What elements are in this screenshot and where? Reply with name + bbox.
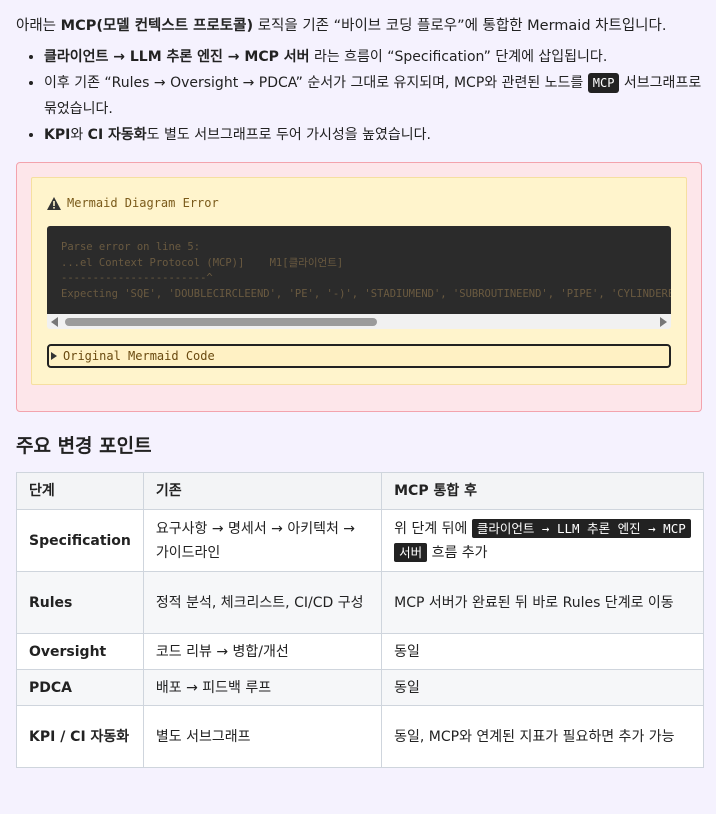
mermaid-error-card: Mermaid Diagram Error Parse error on lin… — [31, 177, 687, 385]
bullet-item: KPI와 CI 자동화도 별도 서브그래프로 두어 가시성을 높였습니다. — [44, 122, 702, 148]
table-row: Oversight 코드 리뷰 → 병합/개선 동일 — [16, 633, 704, 670]
before-cell: 코드 리뷰 → 병합/개선 — [142, 633, 383, 670]
column-header-stage: 단계 — [16, 472, 144, 510]
bullet-item: 클라이언트 → LLM 추론 엔진 → MCP 서버 라는 흐름이 “Speci… — [44, 44, 702, 70]
intro-text-end: 로직을 기존 “바이브 코딩 플로우”에 통합한 Mermaid 차트입니다. — [253, 18, 667, 34]
original-code-label: Original Mermaid Code — [63, 349, 215, 363]
warning-icon — [47, 196, 61, 210]
bullet-text: 도 별도 서브그래프로 두어 가시성을 높였습니다. — [146, 127, 431, 143]
error-line: ...el Context Protocol (MCP)] M1[클라이언트] — [61, 256, 344, 269]
bullet-text: 이후 기존 “Rules → Oversight → PDCA” 순서가 그대로… — [44, 75, 588, 91]
bullet-list: 클라이언트 → LLM 추론 엔진 → MCP 서버 라는 흐름이 “Speci… — [16, 44, 702, 148]
bullet-item: 이후 기존 “Rules → Oversight → PDCA” 순서가 그대로… — [44, 70, 702, 122]
disclosure-triangle-icon — [51, 352, 57, 360]
stage-cell: Specification — [16, 509, 144, 572]
table-row: Rules 정적 분석, 체크리스트, CI/CD 구성 MCP 서버가 완료된… — [16, 571, 704, 634]
table-row: Specification 요구사항 → 명세서 → 아키텍처 → 가이드라인 … — [16, 509, 704, 572]
stage-cell: Oversight — [16, 633, 144, 670]
original-code-toggle[interactable]: Original Mermaid Code — [47, 344, 671, 368]
intro-text: 아래는 — [16, 18, 61, 34]
error-line: Expecting 'SQE', 'DOUBLECIRCLEEND', 'PE'… — [61, 287, 671, 300]
stage-cell: Rules — [16, 571, 144, 634]
bullet-bold: CI 자동화 — [87, 127, 147, 143]
error-message-block[interactable]: Parse error on line 5: ...el Context Prot… — [47, 226, 671, 314]
table-row: KPI / CI 자동화 별도 서브그래프 동일, MCP와 연계된 지표가 필… — [16, 705, 704, 768]
changes-table: 단계 기존 MCP 통합 후 Specification 요구사항 → 명세서 … — [16, 472, 704, 768]
after-cell: 위 단계 뒤에 클라이언트 → LLM 추론 엔진 → MCP 서버 흐름 추가 — [381, 509, 704, 572]
table-row: PDCA 배포 → 피드백 루프 동일 — [16, 669, 704, 706]
after-cell: MCP 서버가 완료된 뒤 바로 Rules 단계로 이동 — [381, 571, 704, 634]
bullet-bold: 클라이언트 → LLM 추론 엔진 → MCP 서버 — [44, 49, 310, 65]
intro-paragraph: 아래는 MCP(모델 컨텍스트 프로토콜) 로직을 기존 “바이브 코딩 플로우… — [16, 16, 702, 36]
table-header-row: 단계 기존 MCP 통합 후 — [16, 472, 704, 510]
scroll-thumb[interactable] — [65, 318, 377, 326]
after-cell: 동일 — [381, 669, 704, 706]
before-cell: 배포 → 피드백 루프 — [142, 669, 383, 706]
intro-bold: MCP(모델 컨텍스트 프로토콜) — [60, 18, 254, 34]
error-title: Mermaid Diagram Error — [67, 196, 219, 210]
bullet-bold: KPI — [44, 127, 71, 143]
error-line: Parse error on line 5: — [61, 241, 201, 253]
column-header-after: MCP 통합 후 — [381, 472, 704, 510]
before-cell: 별도 서브그래프 — [142, 705, 383, 768]
section-heading: 주요 변경 포인트 — [16, 435, 152, 457]
stage-cell: PDCA — [16, 669, 144, 706]
before-cell: 요구사항 → 명세서 → 아키텍처 → 가이드라인 — [142, 509, 383, 572]
after-cell: 동일 — [381, 633, 704, 670]
scroll-left-arrow-icon[interactable] — [51, 317, 58, 327]
error-line: -----------------------^ — [61, 272, 213, 284]
bullet-text: 라는 흐름이 “Specification” 단계에 삽입됩니다. — [309, 49, 608, 65]
column-header-before: 기존 — [142, 472, 383, 510]
mermaid-error-panel: Mermaid Diagram Error Parse error on lin… — [16, 162, 702, 412]
bullet-text: 와 — [70, 127, 88, 143]
inline-code: MCP — [587, 73, 620, 93]
after-cell: 동일, MCP와 연계된 지표가 필요하면 추가 가능 — [381, 705, 704, 768]
scroll-right-arrow-icon[interactable] — [660, 317, 667, 327]
after-text: 위 단계 뒤에 — [394, 520, 472, 537]
horizontal-scrollbar[interactable] — [47, 314, 671, 329]
stage-cell: KPI / CI 자동화 — [16, 705, 144, 768]
error-header: Mermaid Diagram Error — [47, 196, 671, 210]
after-text: 흐름 추가 — [427, 544, 488, 561]
page: 아래는 MCP(모델 컨텍스트 프로토콜) 로직을 기존 “바이브 코딩 플로우… — [0, 16, 716, 768]
before-cell: 정적 분석, 체크리스트, CI/CD 구성 — [142, 571, 383, 634]
